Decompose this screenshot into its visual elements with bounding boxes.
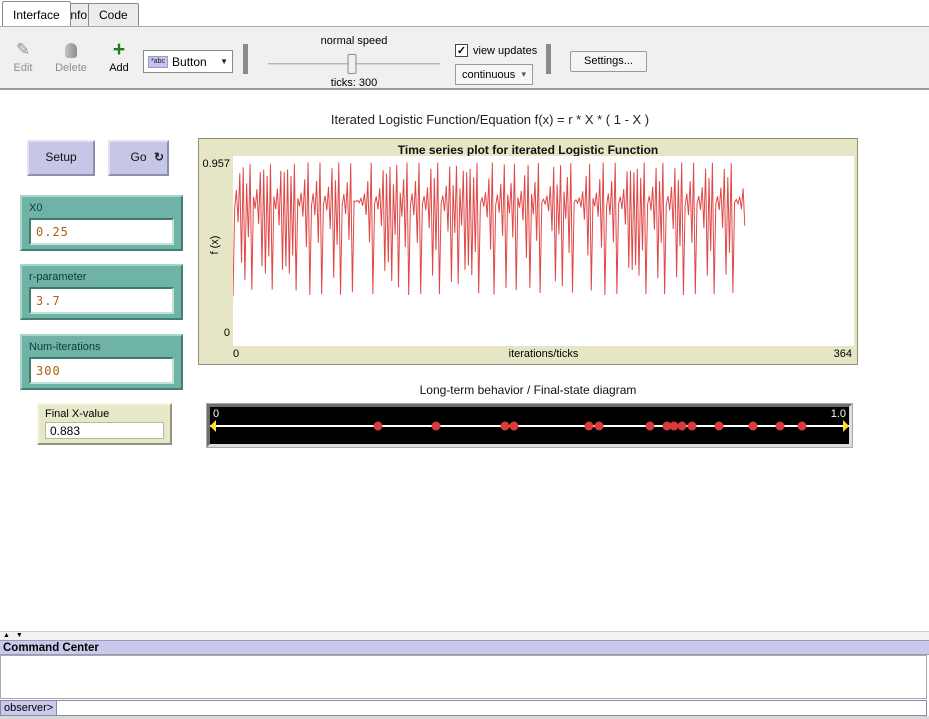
resize-arrows-icon[interactable]: ▲ ▼ bbox=[3, 632, 25, 639]
settings-button[interactable]: Settings... bbox=[570, 51, 647, 72]
final-state-diagram: 0 1.0 bbox=[207, 404, 852, 447]
left-arrow-icon bbox=[210, 420, 216, 432]
setup-button[interactable]: Setup bbox=[27, 140, 95, 176]
num-iterations-label: Num-iterations bbox=[29, 341, 174, 353]
update-mode-dropdown[interactable]: continuous ▾ bbox=[455, 64, 533, 85]
command-center-output[interactable] bbox=[0, 655, 927, 699]
command-center-splitter[interactable]: ▲ ▼ bbox=[0, 631, 929, 640]
attractor-dot bbox=[749, 421, 758, 430]
add-button[interactable]: + Add bbox=[102, 40, 136, 74]
input-widget-r-parameter: r-parameter bbox=[20, 264, 183, 320]
final-x-label: Final X-value bbox=[45, 408, 164, 420]
input-widget-num-iterations: Num-iterations bbox=[20, 334, 183, 390]
final-x-monitor: Final X-value 0.883 bbox=[37, 403, 172, 445]
speed-slider[interactable] bbox=[268, 54, 440, 74]
chevron-down-icon: ▼ bbox=[220, 57, 228, 66]
x0-label: X0 bbox=[29, 202, 174, 214]
slider-handle[interactable] bbox=[348, 54, 357, 74]
command-center-input-row: observer> bbox=[0, 700, 927, 716]
view-updates-control: ✓ view updates bbox=[455, 44, 537, 57]
attractor-dot bbox=[714, 421, 723, 430]
attractor-dot bbox=[374, 421, 383, 430]
pencil-icon: ✎ bbox=[6, 40, 40, 60]
eraser-icon bbox=[50, 40, 92, 60]
go-label: Go bbox=[130, 150, 146, 164]
final-state-title: Long-term behavior / Final-state diagram bbox=[198, 383, 858, 397]
scale-max-label: 1.0 bbox=[831, 408, 846, 420]
time-series-plot: Time series plot for iterated Logistic F… bbox=[198, 138, 858, 365]
x-axis: 0 iterations/ticks 364 bbox=[233, 348, 854, 363]
netlogo-window: Interface Info Code ✎ Edit Delete + Add … bbox=[0, 0, 929, 719]
plot-canvas bbox=[233, 156, 854, 346]
num-iterations-field[interactable] bbox=[29, 357, 174, 384]
toolbar-separator bbox=[243, 44, 248, 74]
attractor-dot bbox=[584, 421, 593, 430]
attractor-dot bbox=[775, 421, 784, 430]
model-title: Iterated Logistic Function/Equation f(x)… bbox=[20, 112, 929, 127]
view-updates-label: view updates bbox=[473, 45, 537, 57]
final-x-value: 0.883 bbox=[45, 422, 164, 439]
plot-title: Time series plot for iterated Logistic F… bbox=[199, 143, 857, 157]
input-widget-x0: X0 bbox=[20, 195, 183, 251]
tab-interface[interactable]: Interface bbox=[2, 1, 71, 26]
delete-button[interactable]: Delete bbox=[50, 40, 92, 74]
time-series-line bbox=[233, 156, 854, 346]
plus-icon: + bbox=[102, 40, 136, 60]
ticks-counter: ticks: 300 bbox=[262, 77, 446, 89]
toolbar: ✎ Edit Delete + Add *abc Button ▼ normal… bbox=[0, 26, 929, 90]
x-axis-max-label: 364 bbox=[834, 348, 852, 360]
tab-code[interactable]: Code bbox=[88, 3, 139, 26]
attractor-dot bbox=[797, 421, 806, 430]
attractor-dot bbox=[509, 421, 518, 430]
edit-button[interactable]: ✎ Edit bbox=[6, 40, 40, 74]
view-updates-checkbox[interactable]: ✓ bbox=[455, 44, 468, 57]
tab-bar: Interface Info Code bbox=[0, 0, 929, 26]
go-button[interactable]: Go ↻ bbox=[108, 140, 169, 176]
command-center-header: Command Center bbox=[0, 640, 929, 655]
edit-label: Edit bbox=[6, 62, 40, 74]
right-arrow-icon bbox=[843, 420, 849, 432]
attractor-dot bbox=[594, 421, 603, 430]
r-parameter-label: r-parameter bbox=[29, 271, 174, 283]
speed-label: normal speed bbox=[262, 35, 446, 47]
x-axis-title: iterations/ticks bbox=[233, 348, 854, 360]
attractor-dot bbox=[432, 421, 441, 430]
forever-icon: ↻ bbox=[154, 142, 164, 173]
attractor-dot bbox=[678, 421, 687, 430]
observer-prompt[interactable]: observer> bbox=[0, 700, 57, 716]
attractor-dot bbox=[688, 421, 697, 430]
y-axis-title: f (x) bbox=[209, 215, 221, 275]
widget-type-dropdown[interactable]: *abc Button ▼ bbox=[143, 50, 233, 73]
x0-field[interactable] bbox=[29, 218, 174, 245]
widget-type-value: Button bbox=[172, 55, 216, 69]
scale-min-label: 0 bbox=[213, 408, 219, 420]
button-widget-icon: *abc bbox=[148, 56, 168, 68]
chevron-down-icon: ▾ bbox=[521, 69, 526, 80]
r-parameter-field[interactable] bbox=[29, 287, 174, 314]
command-input[interactable] bbox=[57, 700, 927, 716]
toolbar-separator bbox=[546, 44, 551, 74]
speed-slider-group: normal speed ticks: 300 bbox=[262, 35, 446, 89]
delete-label: Delete bbox=[50, 62, 92, 74]
y-axis-min-label: 0 bbox=[199, 327, 230, 339]
add-label: Add bbox=[102, 62, 136, 74]
y-axis-max-label: 0.957 bbox=[199, 158, 230, 170]
update-mode-value: continuous bbox=[462, 69, 521, 81]
attractor-dot bbox=[645, 421, 654, 430]
